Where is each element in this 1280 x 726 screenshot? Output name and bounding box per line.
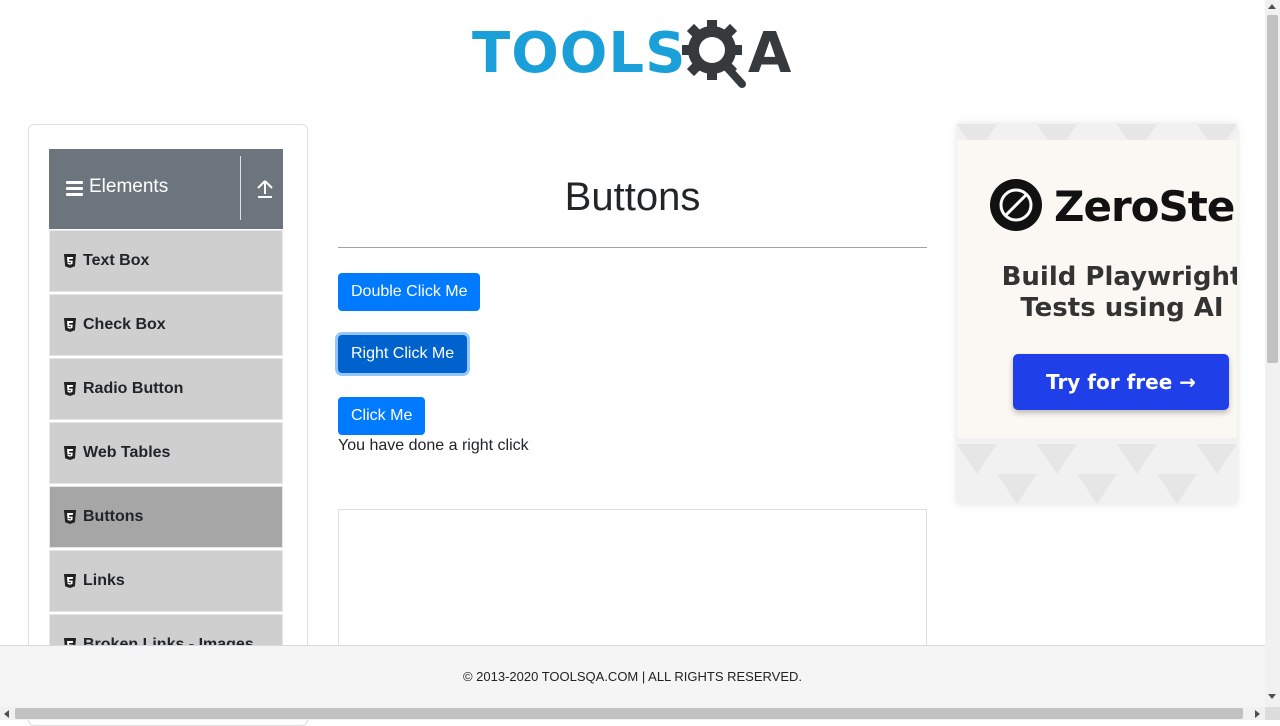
html5-icon bbox=[64, 446, 76, 460]
sidebar-menu: Text Box Check Box Radio Button Web Tabl… bbox=[49, 230, 283, 678]
sidebar-item-check-box[interactable]: Check Box bbox=[49, 294, 283, 356]
try-for-free-button[interactable]: Try for free → bbox=[1013, 354, 1229, 410]
horizontal-scrollbar[interactable] bbox=[0, 707, 1265, 720]
sidebar-item-label: Radio Button bbox=[83, 380, 184, 397]
right-click-button[interactable]: Right Click Me bbox=[338, 335, 468, 373]
gear-magnifier-icon bbox=[682, 20, 746, 88]
sidebar-item-label: Check Box bbox=[83, 316, 166, 333]
footer: © 2013-2020 TOOLSQA.COM | ALL RIGHTS RES… bbox=[0, 645, 1265, 708]
group-title: Elements bbox=[89, 176, 169, 197]
sidebar-item-label: Links bbox=[83, 572, 125, 589]
sidebar-item-buttons[interactable]: Buttons bbox=[49, 486, 283, 548]
html5-icon bbox=[64, 574, 76, 588]
html5-icon bbox=[64, 318, 76, 332]
html5-icon bbox=[64, 510, 76, 524]
scroll-left-arrow-icon[interactable] bbox=[4, 710, 9, 718]
sidebar-item-web-tables[interactable]: Web Tables bbox=[49, 422, 283, 484]
html5-icon bbox=[64, 382, 76, 396]
scrollbar-corner bbox=[1265, 707, 1280, 720]
copyright-text: © 2013-2020 TOOLSQA.COM | ALL RIGHTS RES… bbox=[462, 669, 803, 684]
scroll-right-arrow-icon[interactable] bbox=[1255, 710, 1260, 718]
sidebar-item-label: Web Tables bbox=[83, 444, 171, 461]
scroll-down-arrow-icon[interactable] bbox=[1268, 694, 1276, 699]
right-click-message: You have done a right click bbox=[338, 437, 529, 454]
logo-text-a: A bbox=[748, 21, 792, 86]
toolsqa-logo[interactable]: TOOLS A bbox=[472, 14, 797, 94]
double-click-button[interactable]: Double Click Me bbox=[338, 273, 481, 311]
sidebar-item-label: Text Box bbox=[83, 252, 150, 269]
sidebar-item-radio-button[interactable]: Radio Button bbox=[49, 358, 283, 420]
horizontal-scroll-thumb[interactable] bbox=[15, 708, 1243, 719]
sidebar-item-label: Buttons bbox=[83, 508, 144, 525]
html5-icon bbox=[64, 254, 76, 268]
scroll-up-arrow-icon[interactable] bbox=[1268, 4, 1276, 9]
left-panel: Elements Text Box Check Box Radio Button… bbox=[28, 124, 308, 726]
vertical-scroll-thumb[interactable] bbox=[1267, 15, 1278, 363]
sidebar-item-links[interactable]: Links bbox=[49, 550, 283, 612]
logo-text-tools: TOOLS bbox=[472, 21, 687, 86]
vertical-scrollbar[interactable] bbox=[1265, 0, 1280, 707]
header-divider bbox=[240, 156, 241, 220]
sidebar-item-text-box[interactable]: Text Box bbox=[49, 230, 283, 292]
page-title: Buttons bbox=[564, 175, 701, 219]
zerostep-logo-icon bbox=[990, 179, 1042, 231]
click-me-button[interactable]: Click Me bbox=[338, 397, 426, 435]
title-divider bbox=[338, 247, 927, 248]
elements-group-header[interactable]: Elements bbox=[49, 149, 283, 229]
upload-arrow-icon[interactable] bbox=[255, 177, 275, 201]
ad-card: ZeroStep Build Playwright Tests using AI… bbox=[957, 140, 1237, 438]
ad-brand-name: ZeroStep bbox=[1054, 182, 1237, 231]
hamburger-icon bbox=[66, 181, 83, 196]
ad-tagline: Build Playwright Tests using AI bbox=[1001, 262, 1237, 323]
zerostep-ad[interactable]: ZeroStep Build Playwright Tests using AI… bbox=[957, 124, 1237, 504]
